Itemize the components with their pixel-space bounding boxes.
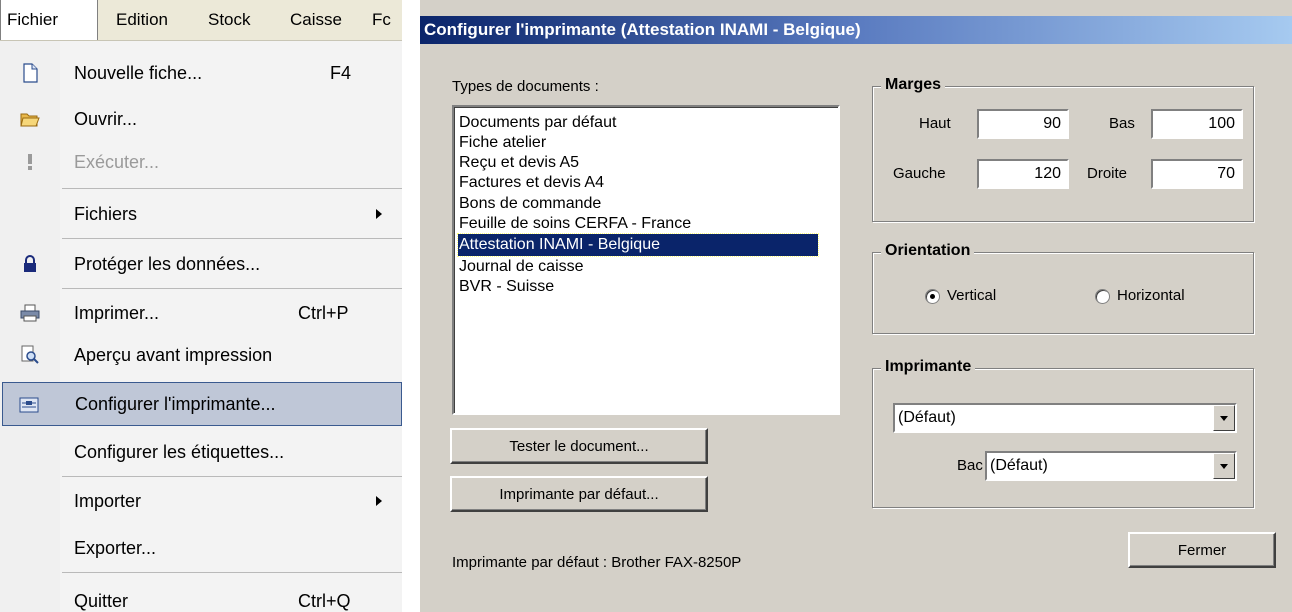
orientation-legend: Orientation <box>881 242 975 260</box>
list-item-selected[interactable]: Attestation INAMI - Belgique <box>457 233 819 257</box>
printer-config-dialog: Configurer l'imprimante (Attestation INA… <box>420 0 1292 612</box>
dialog-title-bar: Configurer l'imprimante (Attestation INA… <box>420 16 1292 44</box>
menu-separator <box>62 572 402 573</box>
margin-bottom-field[interactable]: 100 <box>1151 109 1243 139</box>
close-button-label: Fermer <box>1177 542 1227 559</box>
menu-bar: Fichier Edition Stock Caisse Fc <box>0 0 402 41</box>
tray-select-value: (Défaut) <box>990 457 1048 474</box>
margin-right-field[interactable]: 70 <box>1151 159 1243 189</box>
printer-group: Imprimante (Défaut) Bac (Défaut) <box>872 358 1254 508</box>
list-item[interactable]: Documents par défaut <box>458 112 834 134</box>
orientation-group: Orientation Vertical Horizontal <box>872 242 1254 334</box>
vertical-radio[interactable] <box>925 289 940 304</box>
menu-separator <box>62 238 402 239</box>
tray-label: Bac <box>957 457 983 474</box>
menu-item-executer[interactable]: Exécuter... <box>0 141 402 183</box>
margin-right-label: Droite <box>1087 165 1128 182</box>
dialog-title: Configurer l'imprimante (Attestation INA… <box>424 20 861 39</box>
default-printer-button[interactable]: Imprimante par défaut... <box>450 476 708 512</box>
menu-item-apercu-impression[interactable]: Aperçu avant impression <box>0 334 402 376</box>
print-preview-icon <box>21 345 39 364</box>
horizontal-radio[interactable] <box>1095 289 1110 304</box>
printer-select-value: (Défaut) <box>898 409 956 426</box>
exclamation-icon <box>28 154 32 170</box>
lock-icon <box>24 255 36 272</box>
tray-dropdown-button[interactable] <box>1213 453 1235 479</box>
list-item[interactable]: Fiche atelier <box>458 132 834 154</box>
open-folder-icon <box>20 113 40 127</box>
menubar-caisse[interactable]: Caisse <box>290 0 342 40</box>
menubar-fichier[interactable]: Fichier <box>0 0 98 40</box>
margins-group: Marges Haut 90 Bas 100 Gauche 120 Droite… <box>872 76 1254 222</box>
printer-select[interactable]: (Défaut) <box>893 403 1237 433</box>
list-item[interactable]: Reçu et devis A5 <box>458 152 834 174</box>
horizontal-label[interactable]: Horizontal <box>1117 287 1185 304</box>
printer-icon <box>20 304 40 322</box>
menu-item-nouvelle-fiche[interactable]: Nouvelle fiche... F4 <box>0 52 402 94</box>
printer-dropdown-button[interactable] <box>1213 405 1235 431</box>
margin-left-field[interactable]: 120 <box>977 159 1069 189</box>
menubar-stock[interactable]: Stock <box>208 0 251 40</box>
menu-separator <box>62 288 402 289</box>
menu-item-exporter[interactable]: Exporter... <box>0 527 402 569</box>
menu-item-fichiers[interactable]: Fichiers <box>0 193 402 235</box>
printer-setup-icon <box>19 397 39 413</box>
margin-top-field[interactable]: 90 <box>977 109 1069 139</box>
doc-types-listbox[interactable]: Documents par défaut Fiche atelier Reçu … <box>452 105 840 415</box>
menu-item-quitter[interactable]: Quitter Ctrl+Q <box>0 580 402 612</box>
menu-item-configurer-imprimante[interactable]: Configurer l'imprimante... <box>2 382 402 426</box>
new-document-icon <box>23 63 38 83</box>
file-menu: Fichier Edition Stock Caisse Fc Nouvelle… <box>0 0 402 612</box>
list-item[interactable]: Journal de caisse <box>458 256 834 278</box>
menu-separator <box>62 188 402 189</box>
default-printer-status: Imprimante par défaut : Brother FAX-8250… <box>452 554 742 571</box>
margins-legend: Marges <box>881 76 946 94</box>
submenu-arrow-icon <box>376 496 382 506</box>
menubar-edition[interactable]: Edition <box>116 0 168 40</box>
menu-item-ouvrir[interactable]: Ouvrir... <box>0 98 402 140</box>
list-item[interactable]: Feuille de soins CERFA - France <box>458 213 834 235</box>
menubar-fc[interactable]: Fc <box>372 0 391 40</box>
chevron-down-icon <box>1220 416 1228 421</box>
list-item[interactable]: Bons de commande <box>458 193 834 215</box>
printer-legend: Imprimante <box>881 358 976 376</box>
radio-selected-dot <box>930 294 935 299</box>
test-document-button[interactable]: Tester le document... <box>450 428 708 464</box>
menu-item-configurer-etiquettes[interactable]: Configurer les étiquettes... <box>0 431 402 473</box>
vertical-label[interactable]: Vertical <box>947 287 996 304</box>
menu-separator <box>62 476 402 477</box>
submenu-arrow-icon <box>376 209 382 219</box>
menu-item-proteger-donnees[interactable]: Protéger les données... <box>0 243 402 285</box>
margin-top-label: Haut <box>919 115 951 132</box>
tray-select[interactable]: (Défaut) <box>985 451 1237 481</box>
margin-bottom-label: Bas <box>1109 115 1135 132</box>
chevron-down-icon <box>1220 464 1228 469</box>
list-item[interactable]: BVR - Suisse <box>458 276 834 298</box>
close-button[interactable]: Fermer <box>1128 532 1276 568</box>
doc-types-label: Types de documents : <box>452 78 599 95</box>
list-item[interactable]: Factures et devis A4 <box>458 172 834 194</box>
menu-item-importer[interactable]: Importer <box>0 480 402 522</box>
menu-item-imprimer[interactable]: Imprimer... Ctrl+P <box>0 292 402 334</box>
margin-left-label: Gauche <box>893 165 946 182</box>
